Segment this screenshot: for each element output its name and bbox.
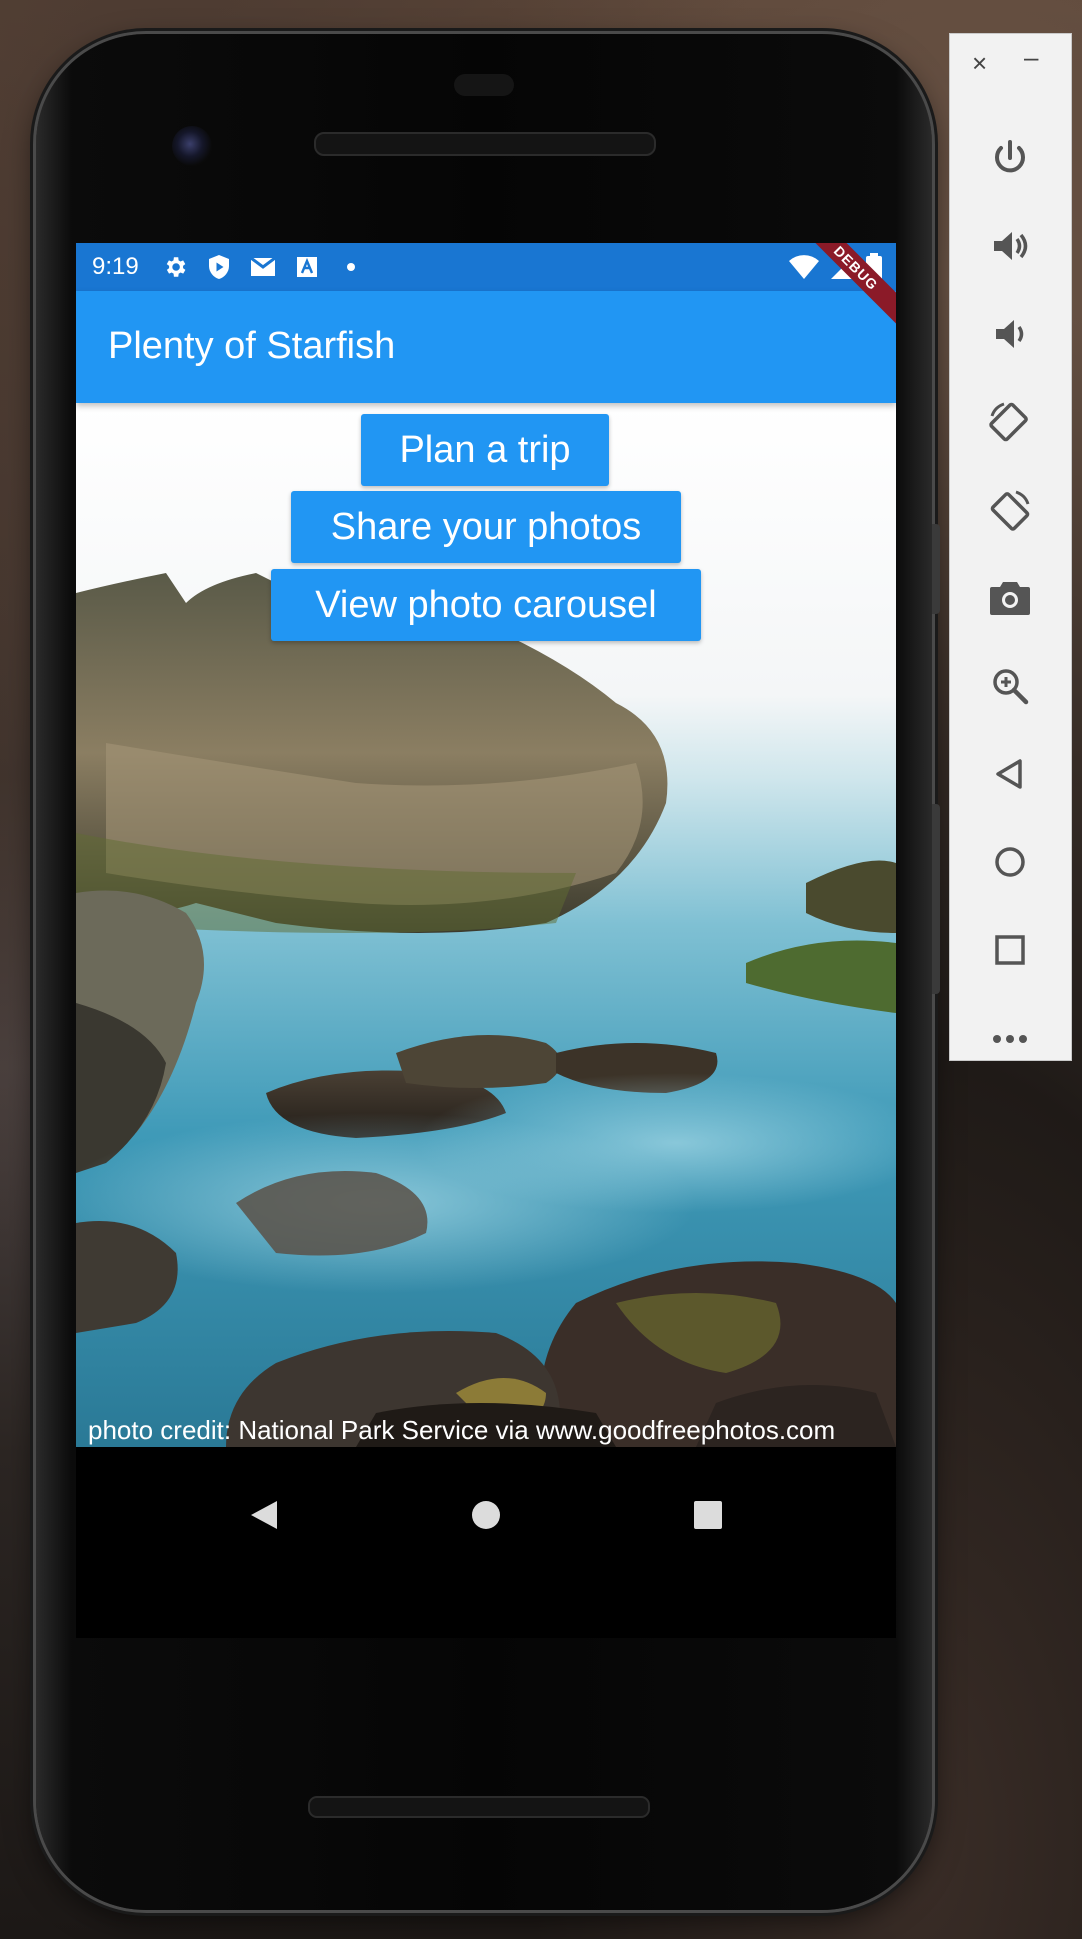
emulator-rotate-left-button[interactable] [980, 394, 1040, 454]
share-photos-button[interactable]: Share your photos [291, 491, 681, 563]
volume-down-icon [990, 314, 1030, 359]
emulator-power-button[interactable] [980, 130, 1040, 190]
app-bar-title: Plenty of Starfish [108, 325, 396, 367]
gmail-icon [249, 253, 277, 281]
back-icon [249, 1499, 279, 1536]
emulator-volume-down-button[interactable] [980, 306, 1040, 366]
proximity-sensor [454, 74, 514, 96]
emulator-volume-up-button[interactable] [980, 218, 1040, 278]
view-carousel-button[interactable]: View photo carousel [271, 569, 701, 641]
emulator-minimize-button[interactable]: – [1024, 42, 1038, 73]
volume-up-icon [990, 226, 1030, 271]
recents-icon [693, 1500, 723, 1535]
nav-back-button[interactable] [234, 1487, 294, 1547]
settings-icon [161, 253, 189, 281]
notification-dot-icon [337, 253, 365, 281]
emulator-home-button[interactable] [980, 834, 1040, 894]
emulator-more-button[interactable] [980, 1010, 1040, 1070]
more-icon [992, 1031, 1028, 1049]
emulator-zoom-button[interactable] [980, 658, 1040, 718]
power-side-button [932, 524, 940, 614]
back-icon [993, 757, 1027, 796]
plan-trip-button[interactable]: Plan a trip [361, 414, 609, 486]
font-download-icon [293, 253, 321, 281]
emulator-rotate-right-button[interactable] [980, 482, 1040, 542]
nav-home-button[interactable] [456, 1487, 516, 1547]
android-nav-bar [76, 1447, 896, 1638]
emulator-close-button[interactable]: × [972, 48, 987, 79]
emulator-back-button[interactable] [980, 746, 1040, 806]
rotate-left-icon [988, 400, 1032, 449]
app-bar: Plenty of Starfish [76, 291, 896, 403]
emulator-toolbar: × – [949, 33, 1072, 1061]
volume-side-button [932, 804, 940, 994]
screenshot-icon [989, 579, 1031, 622]
bottom-speaker [308, 1796, 650, 1818]
phone-screen: 9:19 DEBUG Plenty of Starfish Plan a tri… [76, 243, 896, 1638]
emulator-overview-button[interactable] [980, 922, 1040, 982]
phone-frame: 9:19 DEBUG Plenty of Starfish Plan a tri… [36, 34, 940, 1910]
power-icon [990, 138, 1030, 183]
emulator-window-controls: × – [950, 34, 1071, 84]
home-icon [470, 1499, 502, 1536]
zoom-icon [990, 666, 1030, 711]
shield-play-icon [205, 253, 233, 281]
home-icon [993, 845, 1027, 884]
emulator-screenshot-button[interactable] [980, 570, 1040, 630]
rotate-right-icon [988, 488, 1032, 537]
front-camera [172, 126, 212, 166]
status-time: 9:19 [92, 253, 139, 280]
wifi-icon [788, 254, 820, 287]
main-content: Plan a trip Share your photos View photo… [76, 403, 896, 1447]
nav-recents-button[interactable] [678, 1487, 738, 1547]
photo-credit: photo credit: National Park Service via … [88, 1415, 836, 1445]
earpiece-speaker [314, 132, 656, 156]
overview-icon [994, 934, 1026, 971]
status-bar: 9:19 [76, 243, 896, 291]
